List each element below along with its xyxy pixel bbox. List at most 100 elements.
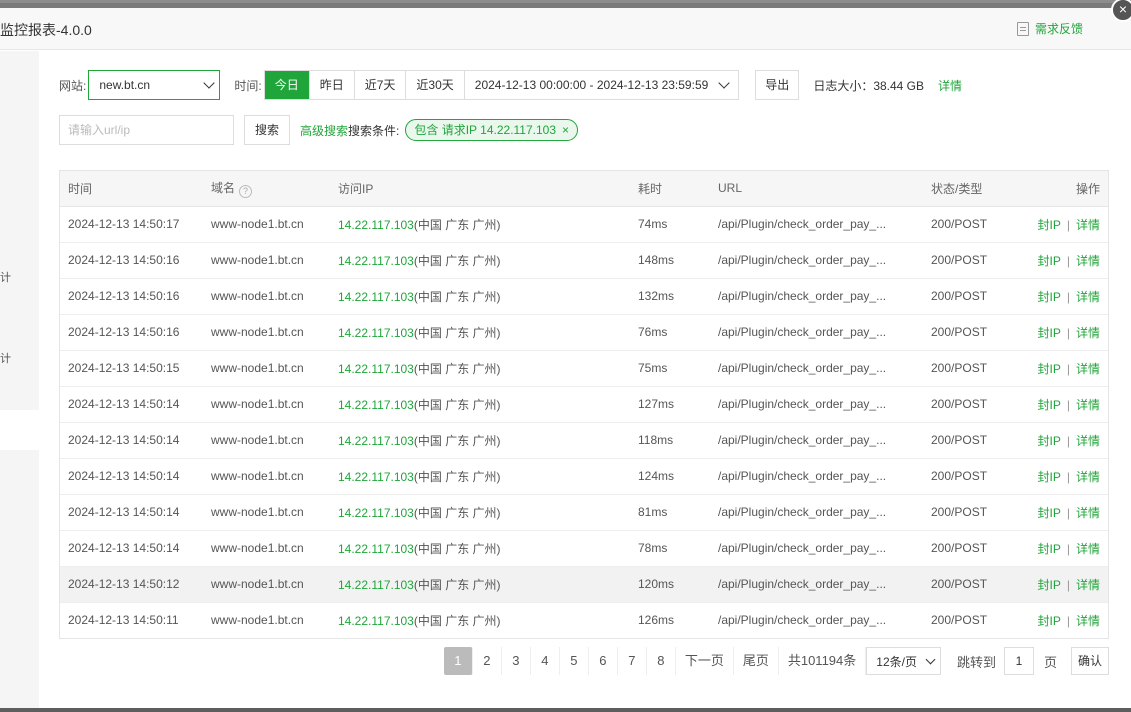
ip-link[interactable]: 14.22.117.103: [338, 542, 414, 556]
ip-link[interactable]: 14.22.117.103: [338, 254, 414, 268]
table-body: 2024-12-13 14:50:17 www-node1.bt.cn 14.22.…: [60, 206, 1108, 638]
block-ip-link[interactable]: 封IP: [1038, 542, 1061, 556]
cell-time: 2024-12-13 14:50:14: [60, 458, 203, 495]
date-range-picker[interactable]: 2024-12-13 00:00:00 - 2024-12-13 23:59:5…: [465, 71, 739, 99]
last-page-button[interactable]: 尾页: [733, 647, 779, 675]
per-page-select[interactable]: 12条/页: [866, 647, 941, 675]
cell-cost: 126ms: [638, 613, 675, 628]
block-ip-link[interactable]: 封IP: [1038, 506, 1061, 520]
cell-status: 200/POST: [923, 314, 1018, 351]
block-ip-link[interactable]: 封IP: [1038, 362, 1061, 376]
page-2[interactable]: 2: [472, 647, 502, 675]
close-icon[interactable]: ×: [562, 120, 569, 140]
sidebar-fragment-1[interactable]: 计: [0, 269, 11, 285]
confirm-jump-button[interactable]: 确认: [1070, 647, 1109, 675]
log-detail-link[interactable]: 详情: [938, 77, 962, 94]
block-ip-link[interactable]: 封IP: [1038, 398, 1061, 412]
block-ip-link[interactable]: 封IP: [1038, 290, 1061, 304]
cell-url: /api/Plugin/check_order_pay_...: [710, 242, 923, 279]
ip-link[interactable]: 14.22.117.103: [338, 398, 414, 412]
page-4[interactable]: 4: [530, 647, 560, 675]
row-detail-link[interactable]: 详情: [1076, 506, 1100, 520]
cell-ops: 封IP | 详情: [1018, 386, 1108, 423]
search-input[interactable]: 请输入url/ip: [59, 115, 234, 145]
ip-link[interactable]: 14.22.117.103: [338, 506, 414, 520]
ip-link[interactable]: 14.22.117.103: [338, 578, 414, 592]
advanced-search-link[interactable]: 高级搜索: [300, 122, 348, 139]
page-3[interactable]: 3: [501, 647, 531, 675]
time-30days-button[interactable]: 近30天: [406, 71, 465, 99]
cell-time: 2024-12-13 14:50:16: [60, 314, 203, 351]
page-1[interactable]: 1: [443, 647, 473, 675]
close-icon[interactable]: ×: [1111, 0, 1131, 22]
row-detail-link[interactable]: 详情: [1076, 542, 1100, 556]
cell-domain: www-node1.bt.cn: [203, 530, 330, 567]
site-select-value: new.bt.cn: [99, 78, 151, 92]
search-button[interactable]: 搜索: [244, 115, 291, 145]
row-detail-link[interactable]: 详情: [1076, 434, 1100, 448]
table-row: 2024-12-13 14:50:16 www-node1.bt.cn 14.22.…: [60, 242, 1108, 279]
block-ip-link[interactable]: 封IP: [1038, 470, 1061, 484]
site-select[interactable]: new.bt.cn: [88, 70, 221, 100]
row-detail-link[interactable]: 详情: [1076, 326, 1100, 340]
backdrop-bottom: [0, 708, 1131, 712]
time-label: 时间:: [234, 78, 262, 93]
cell-ip: 14.22.117.103(中国 广东 广州): [330, 350, 630, 387]
cell-time: 2024-12-13 14:50:12: [60, 566, 203, 603]
export-button[interactable]: 导出: [755, 70, 800, 100]
page-5[interactable]: 5: [559, 647, 589, 675]
row-detail-link[interactable]: 详情: [1076, 470, 1100, 484]
cell-status: 200/POST: [923, 530, 1018, 567]
ip-link[interactable]: 14.22.117.103: [338, 290, 414, 304]
monitor-report-dialog: 监控报表-4.0.0 需求反馈 × 计 计 网站: new.bt.cn 时间: …: [0, 0, 1131, 708]
sidebar-active-item[interactable]: [0, 410, 39, 450]
row-detail-link[interactable]: 详情: [1076, 398, 1100, 412]
sidebar-fragment-2[interactable]: 计: [0, 350, 11, 366]
time-range-group: 今日 昨日 近7天 近30天 2024-12-13 00:00:00 - 202…: [263, 70, 740, 100]
row-detail-link[interactable]: 详情: [1076, 290, 1100, 304]
op-separator: |: [1066, 253, 1070, 268]
left-sidebar: 计 计: [0, 51, 39, 708]
help-icon[interactable]: ?: [239, 184, 253, 198]
block-ip-link[interactable]: 封IP: [1038, 434, 1061, 448]
backdrop-strip: [0, 0, 1131, 3]
block-ip-link[interactable]: 封IP: [1038, 326, 1061, 340]
row-detail-link[interactable]: 详情: [1076, 218, 1100, 232]
ip-link[interactable]: 14.22.117.103: [338, 434, 414, 448]
cell-domain: www-node1.bt.cn: [203, 494, 330, 531]
cell-cost: 120ms: [630, 566, 710, 603]
time-yesterday-button[interactable]: 昨日: [309, 71, 355, 99]
feedback-link[interactable]: 需求反馈: [1016, 20, 1083, 37]
op-separator: |: [1066, 613, 1070, 628]
page-6[interactable]: 6: [588, 647, 618, 675]
row-detail-link[interactable]: 详情: [1076, 578, 1100, 592]
ip-link[interactable]: 14.22.117.103: [338, 614, 414, 628]
op-separator: |: [1066, 361, 1070, 376]
cell-domain: www-node1.bt.cn: [203, 278, 330, 315]
search-condition-tag[interactable]: 包含 请求IP 14.22.117.103 ×: [405, 119, 579, 141]
cell-cost: 74ms: [630, 206, 710, 243]
block-ip-link[interactable]: 封IP: [1038, 614, 1061, 628]
table-row: 2024-12-13 14:50:17 www-node1.bt.cn 14.22.…: [60, 206, 1108, 243]
ip-location: (中国 广东 广州): [413, 253, 501, 268]
time-7days-button[interactable]: 近7天: [354, 71, 407, 99]
cell-domain: www-node1.bt.cn: [203, 350, 330, 387]
cell-domain: www-node1.bt.cn: [203, 314, 330, 351]
next-page-button[interactable]: 下一页: [675, 647, 734, 675]
jump-page-input[interactable]: 1: [1003, 647, 1034, 675]
ip-location: (中国 广东 广州): [413, 469, 501, 484]
row-detail-link[interactable]: 详情: [1076, 362, 1100, 376]
ip-link[interactable]: 14.22.117.103: [338, 470, 414, 484]
block-ip-link[interactable]: 封IP: [1038, 254, 1061, 268]
ip-link[interactable]: 14.22.117.103: [338, 218, 414, 232]
row-detail-link[interactable]: 详情: [1076, 614, 1100, 628]
time-today-button[interactable]: 今日: [264, 71, 310, 99]
page-7[interactable]: 7: [617, 647, 647, 675]
row-detail-link[interactable]: 详情: [1076, 254, 1100, 268]
cell-domain: www-node1.bt.cn: [203, 206, 330, 243]
block-ip-link[interactable]: 封IP: [1038, 578, 1061, 592]
ip-link[interactable]: 14.22.117.103: [338, 362, 414, 376]
ip-link[interactable]: 14.22.117.103: [338, 326, 414, 340]
block-ip-link[interactable]: 封IP: [1038, 218, 1061, 232]
page-8[interactable]: 8: [646, 647, 676, 675]
